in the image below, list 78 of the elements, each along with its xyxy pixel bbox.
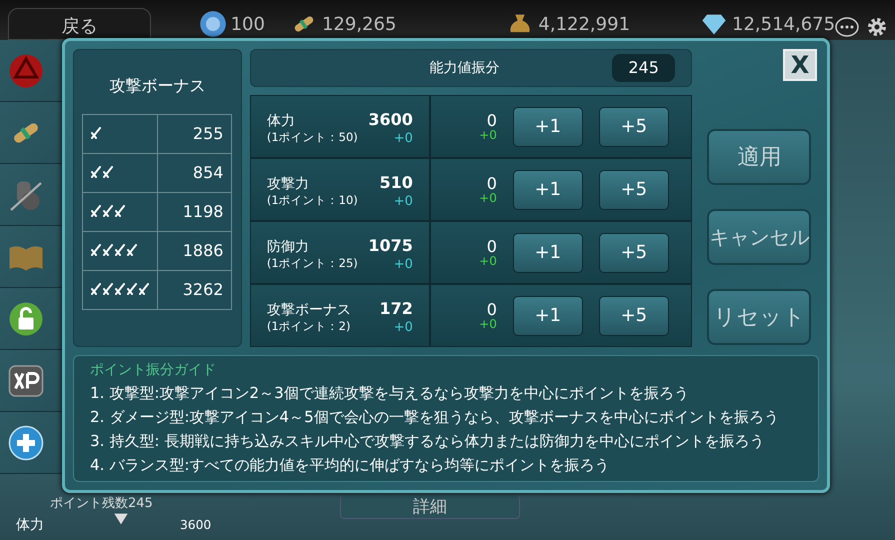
currency-value: 129,265 — [322, 12, 396, 36]
sword-icon — [115, 244, 126, 256]
action-button[interactable]: キャンセル — [707, 209, 812, 265]
increment-button[interactable]: +1 — [512, 232, 583, 272]
sword-icon — [139, 283, 150, 295]
currency-value: 100 — [230, 12, 265, 36]
stat-name: 体力 — [266, 112, 295, 131]
stat-value: 3600 — [368, 109, 413, 131]
allocated-delta: +0 — [479, 128, 497, 140]
allocated-value: 0 — [486, 112, 497, 128]
bonus-value: +0 — [394, 195, 413, 208]
table-cell: 854 — [158, 154, 232, 192]
section-title: 能力値振分 — [428, 58, 501, 78]
sword-icon — [103, 166, 114, 178]
action-button[interactable]: 適用 — [707, 129, 812, 185]
allocated-value: 0 — [486, 176, 497, 192]
sword-icon — [91, 166, 102, 178]
table-cell: 1886 — [158, 232, 232, 270]
guide-line: 2. ダメージ型:攻撃アイコン4～5個で会心の一撃を狙うなら、攻撃ボーナスを中心にポイントを振ろう — [90, 407, 780, 428]
guide-line: 4. バランス型:すべての能力値を平均的に伸ばすなら均等にポイントを振ろう — [90, 455, 610, 476]
point-rate: (1ポイント：50) — [266, 132, 358, 145]
lock-icon — [8, 300, 44, 336]
point-rate: (1ポイント：2) — [266, 321, 350, 334]
stat-value: 510 — [379, 172, 413, 194]
currency-value: 4,122,991 — [538, 12, 630, 36]
bonus-value: +0 — [394, 321, 413, 334]
allocated-value: 0 — [486, 238, 497, 254]
stat-value: 172 — [379, 298, 413, 320]
sword-icon — [115, 283, 126, 295]
panel-title: 攻撃ボーナス — [109, 75, 206, 97]
sword-icon — [115, 205, 126, 217]
increment-button[interactable]: +5 — [598, 296, 669, 336]
points-counter: 245 — [612, 54, 675, 82]
table-cell: 1198 — [158, 192, 232, 232]
guide-title: ポイント振分ガイド — [90, 361, 217, 380]
bonus-value: +0 — [394, 132, 413, 145]
orb-icon — [198, 10, 227, 38]
sword-icon — [91, 205, 102, 217]
point-rate: (1ポイント：25) — [266, 258, 358, 271]
sword-icon — [103, 205, 114, 217]
sword-icon — [103, 283, 114, 295]
back-button[interactable]: 戻る — [8, 8, 151, 40]
points-remaining: ポイント残数245 — [50, 496, 153, 511]
sword-icon — [91, 283, 102, 295]
increment-button[interactable]: +1 — [512, 296, 583, 336]
action-button[interactable]: リセット — [707, 289, 812, 345]
increment-button[interactable]: +1 — [512, 170, 583, 210]
stat-name: 防御力 — [266, 238, 309, 257]
stat-name: 攻撃ボーナス — [266, 301, 351, 320]
bonus-value: +0 — [394, 258, 413, 271]
increment-button[interactable]: +5 — [598, 170, 669, 210]
stat-value: 1075 — [368, 235, 413, 257]
increment-button[interactable]: +5 — [598, 106, 669, 146]
increment-button[interactable]: +1 — [512, 106, 583, 146]
detail-button[interactable]: 詳細 — [340, 495, 520, 519]
stat-value: 3600 — [180, 517, 212, 534]
point-rate: (1ポイント：10) — [266, 195, 358, 208]
stat-label: 体力 — [15, 516, 44, 535]
table-cell: 3262 — [158, 270, 232, 310]
sword-icon — [127, 244, 138, 256]
guide-line: 1. 攻撃型:攻撃アイコン2～3個で連続攻撃を与えるなら攻撃力を中心にポイントを振ろう — [90, 383, 690, 404]
sword-icon — [127, 283, 138, 295]
seal-icon — [8, 52, 44, 88]
guide-line: 3. 持久型: 長期戦に持ち込みスキル中心で攻撃するなら体力または防御力を中心にポイントを振ろう — [90, 431, 766, 452]
allocated-delta: +0 — [479, 254, 497, 266]
sword-icon — [91, 127, 102, 139]
allocated-value: 0 — [486, 302, 497, 318]
increment-button[interactable]: +5 — [598, 232, 669, 272]
allocated-delta: +0 — [479, 192, 497, 204]
table-cell: 255 — [158, 114, 232, 154]
currency-value: 12,514,675 — [732, 12, 836, 36]
sword-icon — [103, 244, 114, 256]
stat-name: 攻撃力 — [266, 175, 309, 194]
sword-icon — [91, 244, 102, 256]
allocated-delta: +0 — [479, 318, 497, 330]
close-button[interactable]: X — [783, 49, 817, 81]
plus-icon — [8, 424, 44, 460]
xp-icon — [8, 362, 44, 398]
